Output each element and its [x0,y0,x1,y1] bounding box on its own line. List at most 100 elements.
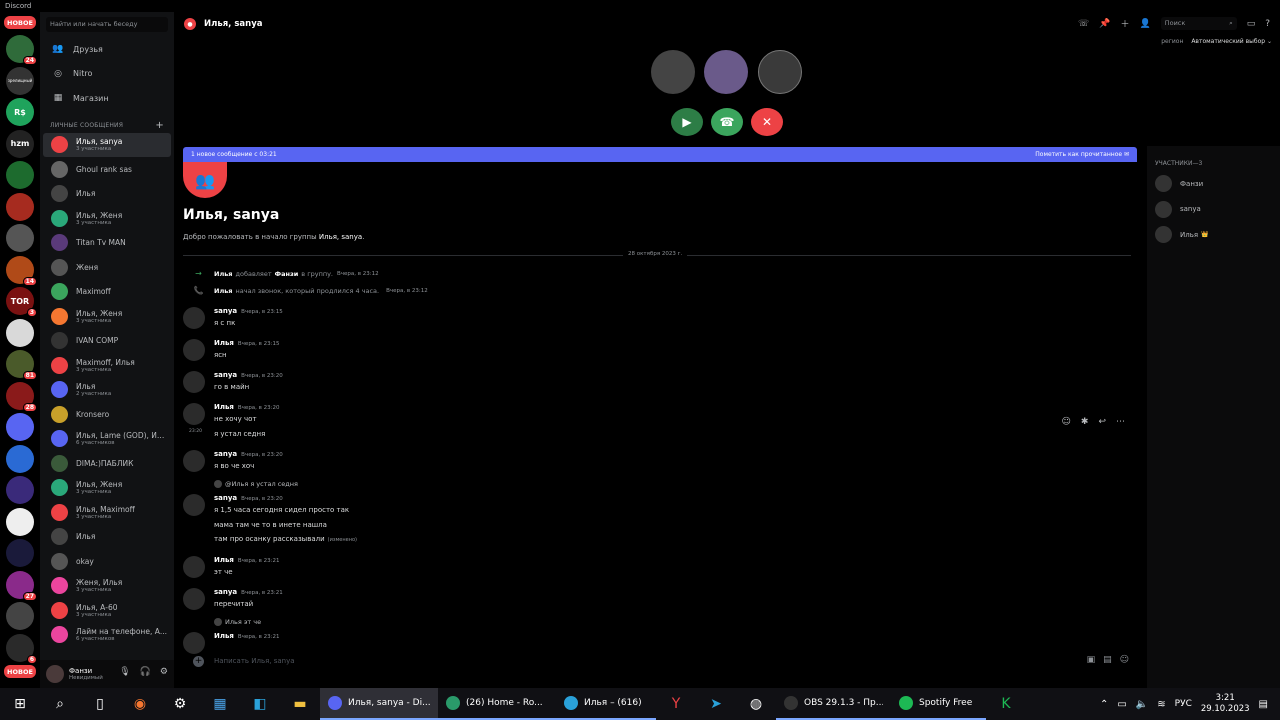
message-author[interactable]: sanya [214,588,237,596]
search-icon[interactable]: ⌕ [40,688,80,720]
dm-item[interactable]: Женя [43,255,171,280]
super-reaction-icon[interactable]: ✱ [1081,417,1089,427]
notification-icon[interactable]: ▤ [1259,699,1268,710]
dm-item[interactable]: Женя, Илья 3 участника [43,574,171,599]
reply-preview[interactable]: Илья эт че [214,618,261,626]
user-avatar[interactable] [46,665,64,683]
server-icon[interactable] [6,192,34,221]
server-icon[interactable] [6,539,34,567]
microphone-icon[interactable]: 🎙 [119,667,130,677]
message-author[interactable]: Илья [214,403,234,411]
system-actor[interactable]: Илья [214,287,232,295]
server-icon[interactable] [6,444,34,473]
message-avatar[interactable] [183,494,205,516]
network-icon[interactable]: ≋ [1157,699,1165,710]
server-icon[interactable] [6,224,34,252]
server-icon[interactable]: R$ [6,98,34,126]
chevron-up-icon[interactable]: ⌃ [1100,699,1108,710]
dm-item[interactable]: DIMA:)ПАБЛИК [43,451,171,476]
message-avatar[interactable] [183,307,205,329]
dm-item[interactable]: Илья, sanya 3 участника [43,132,171,157]
server-icon[interactable]: зрелищный [6,66,34,95]
server-icon[interactable]: 24 [6,35,37,65]
task-view-icon[interactable]: ▯ [80,688,120,720]
message-avatar[interactable] [183,556,205,578]
member-item[interactable]: Илья 👑 [1147,222,1280,248]
yandex-icon[interactable]: Y [656,688,696,720]
clock[interactable]: 3:21 29.10.2023 [1201,693,1250,715]
message-avatar[interactable] [183,632,205,654]
voice-call-icon[interactable]: ☏ [1078,19,1089,29]
dm-item[interactable]: Ghoul rank sas [43,157,171,182]
pin-icon[interactable]: 📌 [1099,19,1110,29]
dm-item[interactable]: okay [43,549,171,574]
server-icon[interactable] [6,413,34,441]
more-icon[interactable]: ⋯ [1116,417,1125,427]
server-icon[interactable] [6,602,34,630]
taskbar-app[interactable]: Илья – (616) [556,688,656,720]
dm-item[interactable]: Titan Tv MAN [43,231,171,256]
video-button[interactable]: ▶ [671,108,703,136]
server-icon[interactable]: hzm [6,129,34,158]
member-item[interactable]: Фанзи [1147,171,1280,197]
call-participant-avatar[interactable] [758,50,802,94]
add-friend-icon[interactable]: ＋ [1120,17,1129,30]
member-item[interactable]: sanya [1147,197,1280,223]
nav-item-1[interactable]: ◎ Nitro [40,62,174,87]
new-messages-bar[interactable]: 1 новое сообщение с 03:21 Пометить как п… [183,147,1137,162]
emoji-icon[interactable]: ☺ [1120,655,1129,665]
screen-share-button[interactable]: ☎ [711,108,743,136]
taskbar-app[interactable]: Spotify Free [891,688,986,720]
dm-item[interactable]: Maximoff, Илья 3 участника [43,353,171,378]
dm-item[interactable]: Илья, Женя 3 участника [43,476,171,501]
search-input[interactable]: Поиск ⌕ [1160,17,1237,30]
gif-icon[interactable]: ▣ [1087,655,1096,665]
settings-gear-icon[interactable]: ⚙ [160,667,168,677]
store-icon[interactable]: ◧ [240,688,280,720]
reply-preview[interactable]: @Илья я устал седня [214,480,298,488]
message-avatar[interactable] [183,339,205,361]
dm-item[interactable]: IVAN COMP [43,329,171,354]
message-author[interactable]: sanya [214,450,237,458]
dm-item[interactable]: Илья, Lame (GOD), Ил... 6 участников [43,427,171,452]
message-avatar[interactable] [183,450,205,472]
message-composer[interactable]: + Написать Илья, sanya ▣ ▤ ☺ [183,652,1137,670]
explorer-icon[interactable]: ▦ [200,688,240,720]
message-author[interactable]: Илья [214,632,234,640]
sticker-icon[interactable]: ▤ [1103,655,1112,665]
message-avatar[interactable] [183,588,205,610]
headphones-icon[interactable]: 🎧 [140,667,151,677]
server-icon[interactable] [6,161,34,189]
reply-icon[interactable]: ↩ [1098,417,1106,427]
message-author[interactable]: sanya [214,307,237,315]
server-icon[interactable]: TOR 3 [6,287,37,317]
members-icon[interactable]: 👤 [1139,19,1150,29]
server-icon[interactable] [6,476,34,504]
dm-item[interactable]: Kronsero [43,402,171,427]
steam-icon[interactable]: ◍ [736,688,776,720]
server-icon[interactable]: 14 [6,255,37,286]
taskbar-app[interactable]: (26) Home - Ro... [438,688,556,720]
message-avatar[interactable] [183,371,205,393]
battery-icon[interactable]: ▭ [1117,699,1126,710]
dm-item[interactable]: Илья 2 участника [43,378,171,403]
dm-item[interactable]: Илья, А-60 3 участника [43,598,171,623]
server-icon[interactable]: 27 [6,570,37,601]
message-author[interactable]: Илья [214,556,234,564]
telegram-icon[interactable]: ➤ [696,688,736,720]
add-dm-icon[interactable]: + [155,120,164,131]
upload-plus-icon[interactable]: + [193,655,204,667]
nav-item-2[interactable]: ▦ Магазин [40,86,174,111]
taskbar-app[interactable]: Илья, sanya - Di... [320,688,438,720]
nav-item-0[interactable]: 👥 Друзья [40,37,174,62]
system-actor[interactable]: Илья [214,270,232,278]
dm-search-input[interactable]: Найти или начать беседу [46,17,168,32]
server-icon[interactable]: 6 [6,633,37,664]
taskbar-app[interactable]: OBS 29.1.3 - Пр... [776,688,891,720]
folder-icon[interactable]: ▬ [280,688,320,720]
disconnect-button[interactable]: ✕ [751,108,783,136]
dm-item[interactable]: Илья, Женя 3 участника [43,304,171,329]
volume-icon[interactable]: 🔈 [1136,699,1148,710]
dm-item[interactable]: Maximoff [43,280,171,305]
settings-gear-icon[interactable]: ⚙ [160,688,200,720]
